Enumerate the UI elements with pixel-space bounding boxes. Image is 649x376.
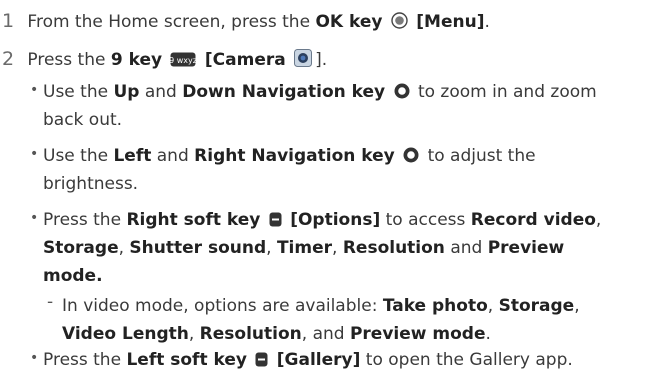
navigation-key-icon	[403, 147, 419, 163]
bullet-brightness: Use the Left and Right Navigation key to…	[43, 146, 536, 194]
bullet: •	[30, 146, 39, 162]
bullet-options: Press the Right soft key [Options] to ac…	[43, 210, 602, 286]
soft-key-icon	[269, 212, 282, 227]
bullet-zoom: Use the Up and Down Navigation key to zo…	[43, 82, 597, 130]
soft-key-icon	[255, 352, 268, 367]
bullet: •	[30, 210, 39, 226]
bullet: •	[30, 350, 39, 366]
sub-bullet-dash: -	[47, 292, 54, 312]
bullet-gallery: Press the Left soft key [Gallery] to ope…	[43, 350, 573, 370]
step-number: 1	[2, 10, 15, 32]
bullet: •	[30, 82, 39, 98]
navigation-key-icon	[394, 83, 410, 99]
step-number: 2	[2, 48, 15, 70]
step-1: 1 From the Home screen, press the OK key…	[2, 10, 490, 32]
svg-text:9 wxyz: 9 wxyz	[170, 56, 196, 65]
manual-page: 1 From the Home screen, press the OK key…	[0, 0, 649, 376]
step-2: 2 Press the 9 key 9 wxyz [Camera ].	[2, 48, 328, 70]
sub-bullet-video-options: In video mode, options are available: Ta…	[62, 296, 580, 344]
camera-app-icon	[294, 49, 313, 67]
nine-key-icon: 9 wxyz	[170, 52, 196, 67]
ok-key-icon	[391, 12, 408, 29]
